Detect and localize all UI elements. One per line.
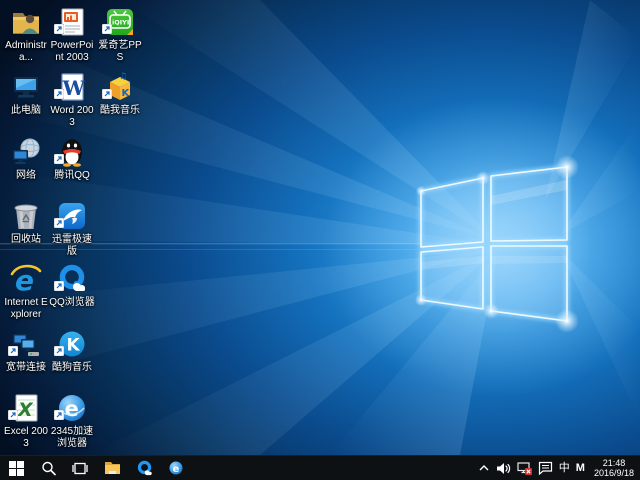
shortcut-arrow-icon — [102, 21, 112, 39]
tray-messages-button[interactable] — [538, 456, 553, 480]
desktop-icon-label: 此电脑 — [3, 105, 49, 117]
desktop-icon-label: Administra... — [3, 40, 49, 64]
svg-text:♫: ♫ — [119, 72, 127, 82]
desktop-icon-network[interactable]: 网络 — [3, 136, 49, 182]
kuwo-music-icon: K ♫ — [104, 71, 136, 103]
desktop-icon-recycle-bin[interactable]: 回收站 — [3, 200, 49, 246]
desktop-icon-administrator[interactable]: Administra... — [3, 6, 49, 64]
administrator-folder-icon — [10, 6, 42, 38]
svg-text:K: K — [67, 336, 81, 356]
search-button[interactable] — [32, 456, 64, 480]
tencent-qq-icon — [56, 136, 88, 168]
2345-browser-icon: e — [168, 460, 184, 476]
svg-text:e: e — [65, 397, 79, 421]
file-explorer-icon — [104, 461, 121, 475]
tray-network-button[interactable] — [517, 456, 532, 480]
desktop-icon-label: PowerPoint 2003 — [49, 40, 95, 64]
excel-2003-icon: X — [10, 392, 42, 424]
desktop-icon-broadband[interactable]: 宽带连接 — [3, 328, 49, 374]
desktop-icon-label: Internet Explorer — [3, 297, 49, 321]
desktop-icon-xunlei[interactable]: 迅雷极速版 — [49, 200, 95, 258]
qq-browser-taskbar-button[interactable] — [128, 456, 160, 480]
desktop-icon-label: QQ浏览器 — [49, 297, 95, 309]
desktop-icon-label: 宽带连接 — [3, 362, 49, 374]
shortcut-arrow-icon — [54, 407, 64, 425]
desktop-icon-this-pc[interactable]: 此电脑 — [3, 71, 49, 117]
desktop-icon-2345-browser[interactable]: e 2345加速浏览器 — [49, 392, 95, 450]
desktop-icon-powerpoint-2003[interactable]: PowerPoint 2003 — [49, 6, 95, 64]
shortcut-arrow-icon — [54, 21, 64, 39]
svg-text:X: X — [17, 399, 34, 421]
volume-icon — [496, 462, 511, 475]
desktop-icon-label: 回收站 — [3, 234, 49, 246]
qq-browser-icon — [56, 263, 88, 295]
desktop-icon-qq-browser[interactable]: QQ浏览器 — [49, 263, 95, 309]
shortcut-arrow-icon — [54, 215, 64, 233]
chevron-up-icon — [478, 462, 490, 474]
internet-explorer-icon: e — [10, 263, 42, 295]
svg-text:K: K — [122, 88, 131, 99]
iqiyi-pps-icon: iQIYI — [104, 6, 136, 38]
file-explorer-button[interactable] — [96, 456, 128, 480]
network-disconnected-icon — [517, 461, 532, 475]
system-tray: 中 M 21:48 2016/9/18 — [478, 456, 640, 480]
recycle-bin-icon — [10, 200, 42, 232]
desktop-icon-label: 2345加速浏览器 — [49, 426, 95, 450]
desktop-icon-tencent-qq[interactable]: 腾讯QQ — [49, 136, 95, 182]
desktop-icon-label: Word 2003 — [49, 105, 95, 129]
desktop-icon-kugou[interactable]: K 酷狗音乐 — [49, 328, 95, 374]
desktop-icon-kuwo[interactable]: K ♫ 酷我音乐 — [97, 71, 143, 117]
svg-text:iQIYI: iQIYI — [112, 19, 129, 27]
shortcut-arrow-icon — [54, 151, 64, 169]
2345-browser-icon: e — [56, 392, 88, 424]
svg-text:e: e — [173, 464, 180, 475]
svg-text:W: W — [62, 76, 86, 100]
desktop-icon-label: 爱奇艺PPS — [97, 40, 143, 64]
shortcut-arrow-icon — [54, 278, 64, 296]
desktop-background[interactable]: Administra... 此电脑 — [0, 0, 640, 455]
clock-date: 2016/9/18 — [594, 468, 634, 478]
windows-10-desktop: Administra... 此电脑 — [0, 0, 640, 480]
word-2003-icon: W — [56, 71, 88, 103]
network-icon — [10, 136, 42, 168]
qq-browser-icon — [136, 460, 153, 477]
desktop-icon-label: 酷我音乐 — [97, 105, 143, 117]
desktop-icon-word-2003[interactable]: W Word 2003 — [49, 71, 95, 129]
task-view-icon — [72, 462, 88, 475]
desktop-icon-label: 酷狗音乐 — [49, 362, 95, 374]
desktop-icon-label: 网络 — [3, 170, 49, 182]
shortcut-arrow-icon — [8, 343, 18, 361]
powerpoint-2003-icon — [56, 6, 88, 38]
kugou-music-icon: K — [56, 328, 88, 360]
tray-chevron-up-button[interactable] — [478, 456, 490, 480]
shortcut-arrow-icon — [54, 343, 64, 361]
wallpaper-windows-logo — [0, 0, 640, 455]
windows-logo-icon — [9, 461, 24, 476]
taskbar: e — [0, 455, 640, 480]
shortcut-arrow-icon — [102, 86, 112, 104]
desktop-icon-internet-explorer[interactable]: e Internet Explorer — [3, 263, 49, 321]
message-bubble-icon — [538, 461, 553, 475]
desktop-icon-label: 腾讯QQ — [49, 170, 95, 182]
shortcut-arrow-icon — [54, 86, 64, 104]
2345-browser-taskbar-button[interactable]: e — [160, 456, 192, 480]
task-view-button[interactable] — [64, 456, 96, 480]
desktop-icon-label: 迅雷极速版 — [49, 234, 95, 258]
start-button[interactable] — [0, 456, 32, 480]
broadband-connection-icon — [10, 328, 42, 360]
this-pc-icon — [10, 71, 42, 103]
search-icon — [41, 461, 56, 476]
xunlei-icon — [56, 200, 88, 232]
tray-clock[interactable]: 21:48 2016/9/18 — [591, 458, 637, 478]
desktop-icon-label: Excel 2003 — [3, 426, 49, 450]
tray-volume-button[interactable] — [496, 456, 511, 480]
tray-ime-mode-button[interactable]: 中 — [559, 456, 570, 480]
desktop-icon-excel-2003[interactable]: X Excel 2003 — [3, 392, 49, 450]
clock-time: 21:48 — [594, 458, 634, 468]
shortcut-arrow-icon — [8, 407, 18, 425]
desktop-icon-iqiyi-pps[interactable]: iQIYI 爱奇艺PPS — [97, 6, 143, 64]
tray-ime-keyboard-button[interactable]: M — [576, 456, 585, 480]
